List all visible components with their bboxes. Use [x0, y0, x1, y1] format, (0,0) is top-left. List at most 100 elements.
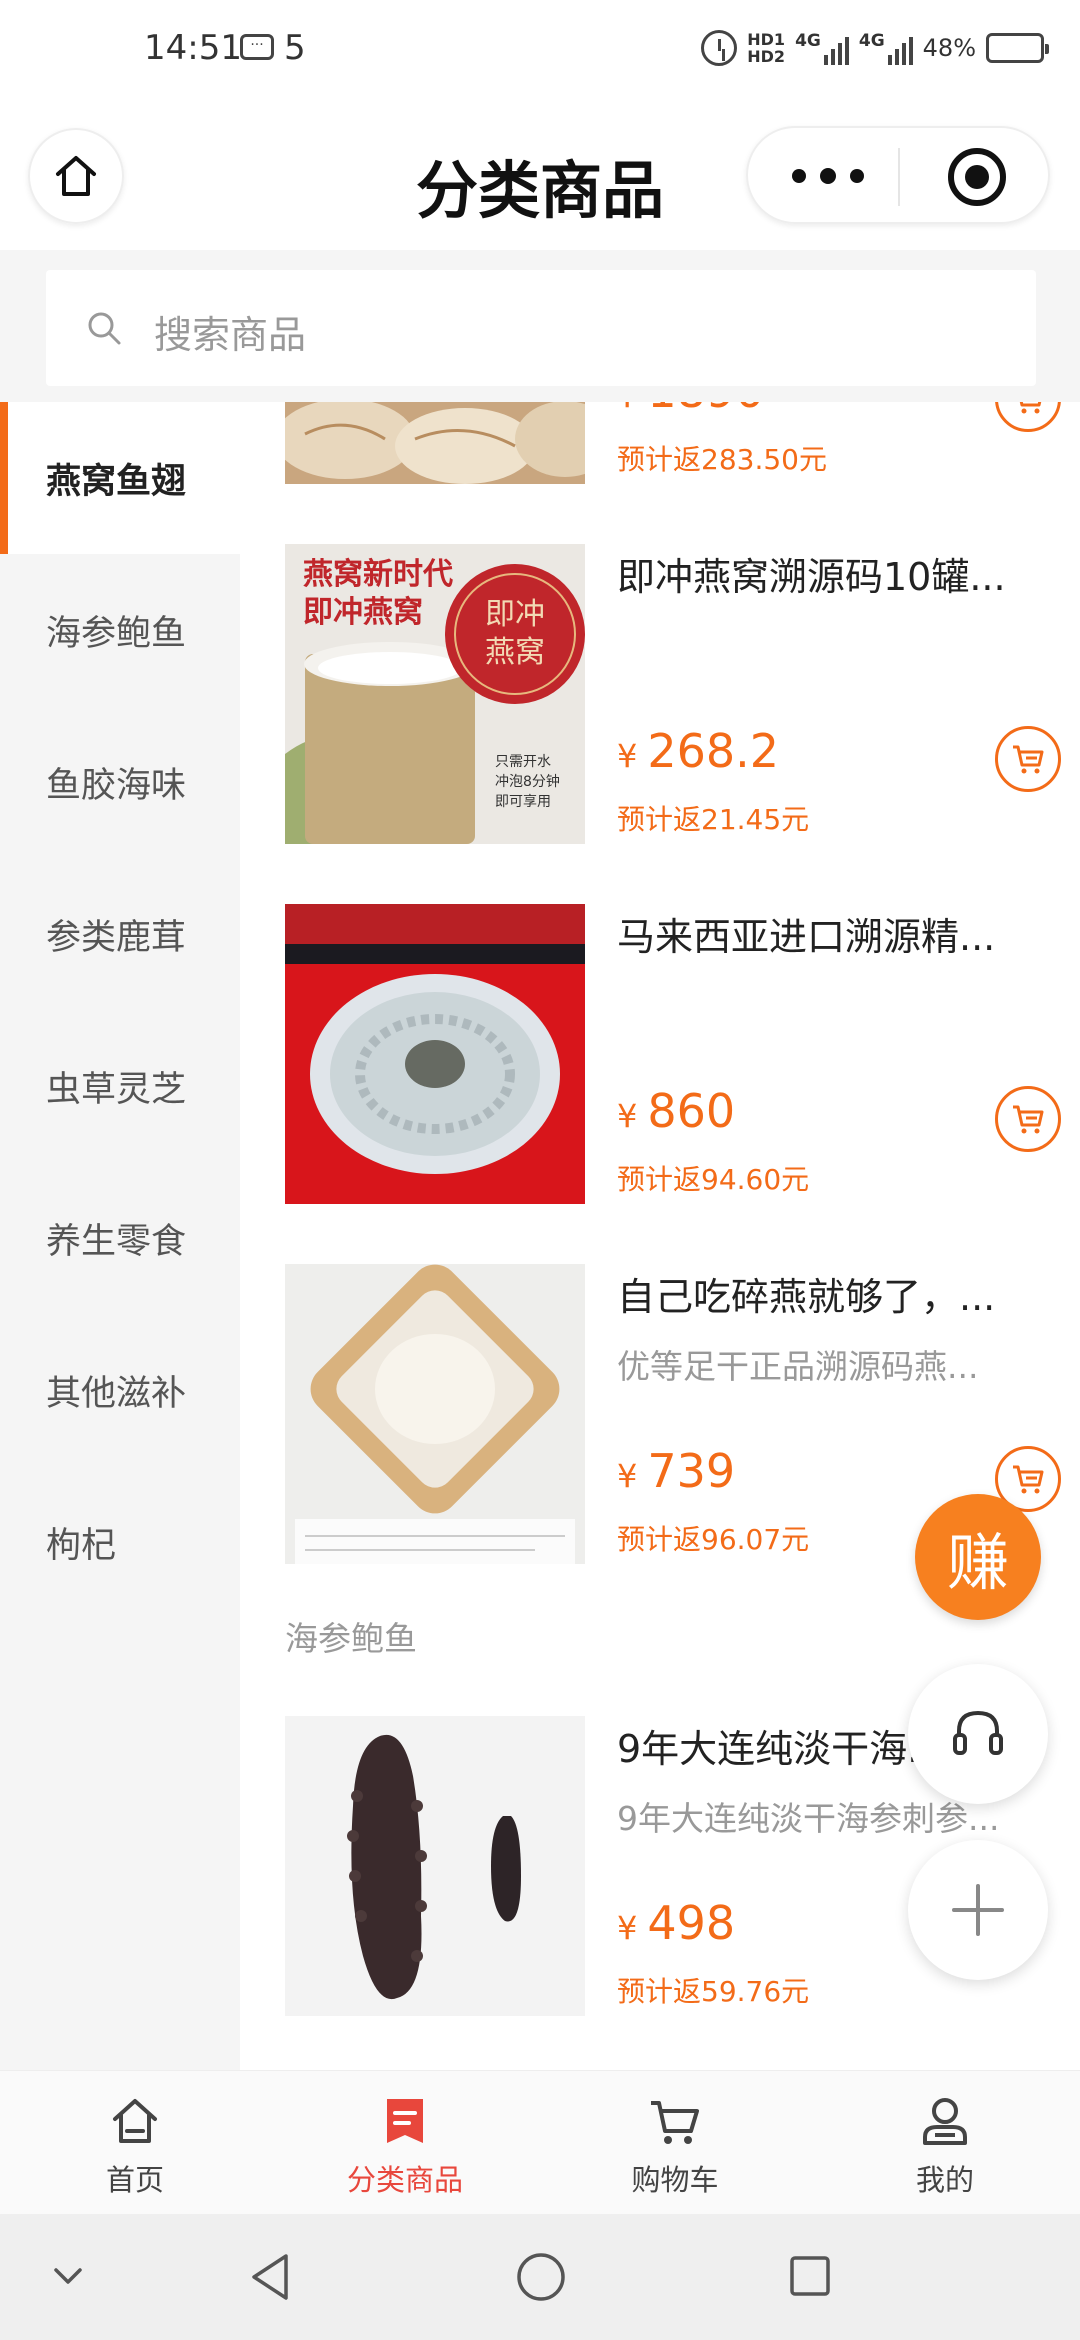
- chevron-down-icon[interactable]: [50, 2260, 86, 2290]
- system-nav-bar: [0, 2214, 1080, 2340]
- image-note-3: 即可享用: [495, 793, 551, 810]
- signal-icon-2: 4G: [859, 31, 913, 65]
- product-rebate: 预计返59.76元: [617, 1975, 810, 2008]
- sidebar-item-cordyceps[interactable]: 虫草灵芝: [0, 1010, 240, 1162]
- add-to-cart-button[interactable]: [995, 402, 1061, 432]
- signal-icon: 4G: [795, 31, 849, 65]
- product-price: ¥860: [617, 1084, 736, 1138]
- image-caption-1: 燕窝新时代: [303, 557, 453, 592]
- product-name: 即冲燕窝溯源码10罐...: [617, 555, 1006, 599]
- product-image: [285, 402, 585, 484]
- sidebar-item-snacks[interactable]: 养生零食: [0, 1162, 240, 1314]
- search-area: 搜索商品: [0, 250, 1080, 402]
- title-bar: 分类商品: [0, 100, 1080, 250]
- product-name: 马来西亚进口溯源精...: [617, 915, 996, 959]
- product-image: [285, 1264, 585, 1564]
- cart-icon: [1013, 745, 1044, 774]
- battery-icon: [986, 33, 1049, 63]
- profile-icon: [923, 2098, 967, 2145]
- home-icon: [113, 2099, 157, 2143]
- sidebar-item-bird-nest[interactable]: 燕窝鱼翅: [0, 402, 240, 554]
- lid-text-1: 即冲: [485, 597, 545, 632]
- product-card[interactable]: 即冲 燕窝 燕窝新时代 即冲燕窝 只需开水 冲泡8分钟 即可享用 即冲燕窝溯源码…: [285, 544, 1065, 844]
- status-bar: 14:51 ··· 5 HD1 HD2 4G 4G 48%: [0, 0, 1080, 100]
- product-rebate: 预计返96.07元: [617, 1523, 810, 1556]
- product-rebate: 预计返21.45元: [617, 803, 810, 836]
- product-image: [285, 1716, 585, 2016]
- bottom-tab-bar: 首页 分类商品 购物车 我的: [0, 2070, 1080, 2214]
- sidebar-item-label: 参类鹿茸: [46, 917, 187, 958]
- status-time: 14:51: [144, 28, 242, 68]
- sidebar-item-goji[interactable]: 枸杞: [0, 1466, 240, 1618]
- hd-indicator: HD1 HD2: [747, 31, 785, 65]
- add-to-cart-button[interactable]: [995, 726, 1061, 792]
- product-subtitle: 优等足干正品溯源码燕...: [617, 1347, 979, 1386]
- earn-button[interactable]: 赚: [915, 1494, 1041, 1620]
- battery-percent: 48%: [922, 34, 976, 62]
- product-price: ¥268.2: [617, 724, 780, 778]
- cart-icon: [1013, 1105, 1044, 1134]
- headset-icon: [953, 1710, 1003, 1755]
- product-list: ¥1890 预计返283.50元 即冲 燕窝 燕窝新时代 即冲燕窝 只需开水 冲…: [240, 402, 1080, 2070]
- tab-label: 我的: [915, 2163, 974, 2197]
- image-note-2: 冲泡8分钟: [495, 773, 560, 790]
- product-image: 即冲 燕窝 燕窝新时代 即冲燕窝 只需开水 冲泡8分钟 即可享用: [285, 544, 585, 844]
- tab-home[interactable]: 首页: [0, 2071, 270, 2214]
- sidebar-item-label: 燕窝鱼翅: [46, 461, 187, 502]
- sidebar-item-label: 海参鲍鱼: [46, 613, 187, 654]
- home-circle-icon[interactable]: [514, 2250, 568, 2304]
- tab-label: 首页: [105, 2163, 164, 2197]
- cart-icon: [1019, 402, 1042, 414]
- notification-count: 5: [284, 28, 306, 68]
- tab-label: 分类商品: [346, 2163, 463, 2197]
- hd-bottom: HD2: [747, 47, 786, 66]
- product-price: ¥1890: [617, 402, 764, 418]
- network-type-2: 4G: [858, 31, 885, 51]
- recents-icon[interactable]: [786, 2252, 834, 2300]
- product-image: [285, 904, 585, 1204]
- image-note-1: 只需开水: [495, 754, 551, 770]
- sidebar-item-ginseng[interactable]: 参类鹿茸: [0, 858, 240, 1010]
- search-icon: [88, 312, 121, 345]
- lid-text-2: 燕窝: [485, 635, 545, 670]
- product-name: 自己吃碎燕就够了，...: [617, 1275, 996, 1319]
- hd-top: HD1: [747, 30, 786, 49]
- product-price: ¥498: [617, 1896, 736, 1950]
- product-price: ¥739: [617, 1444, 736, 1498]
- tab-cart[interactable]: 购物车: [540, 2071, 810, 2214]
- sidebar-item-sea-cucumber[interactable]: 海参鲍鱼: [0, 554, 240, 706]
- cart-icon: [651, 2101, 699, 2144]
- close-miniapp-button[interactable]: [948, 148, 1006, 206]
- search-input[interactable]: 搜索商品: [46, 270, 1036, 386]
- add-to-cart-button[interactable]: [995, 1086, 1061, 1152]
- sidebar-item-label: 鱼胶海味: [46, 765, 187, 806]
- tab-profile[interactable]: 我的: [810, 2071, 1080, 2214]
- tab-label: 购物车: [631, 2163, 719, 2197]
- sidebar-item-fish-maw[interactable]: 鱼胶海味: [0, 706, 240, 858]
- sidebar-item-label: 虫草灵芝: [46, 1069, 187, 1110]
- customer-service-button[interactable]: [908, 1664, 1048, 1804]
- product-rebate: 预计返283.50元: [617, 443, 827, 476]
- message-icon: ···: [240, 34, 274, 60]
- cart-icon: [1013, 1465, 1044, 1494]
- plus-icon: [952, 1884, 1004, 1936]
- search-placeholder: 搜索商品: [154, 313, 307, 357]
- tab-category[interactable]: 分类商品: [270, 2071, 540, 2214]
- more-button[interactable]: [792, 162, 864, 190]
- miniapp-capsule: [746, 126, 1050, 224]
- back-icon[interactable]: [246, 2250, 296, 2304]
- sidebar-item-other[interactable]: 其他滋补: [0, 1314, 240, 1466]
- plus-button[interactable]: [908, 1840, 1048, 1980]
- product-rebate: 预计返94.60元: [617, 1163, 810, 1196]
- capsule-divider: [898, 148, 900, 206]
- image-caption-2: 即冲燕窝: [303, 595, 423, 630]
- alarm-icon: [701, 30, 738, 66]
- category-sidebar: 燕窝鱼翅 海参鲍鱼 鱼胶海味 参类鹿茸 虫草灵芝 养生零食 其他滋补 枸杞: [0, 402, 240, 2070]
- product-card[interactable]: ¥1890 预计返283.50元: [285, 402, 1065, 484]
- sidebar-item-label: 枸杞: [46, 1525, 117, 1566]
- network-type-1: 4G: [795, 31, 821, 51]
- sidebar-item-label: 养生零食: [46, 1221, 187, 1262]
- product-card[interactable]: 马来西亚进口溯源精... ¥860 预计返94.60元: [285, 904, 1065, 1204]
- section-header: 海参鲍鱼: [285, 1619, 417, 1658]
- sidebar-item-label: 其他滋补: [46, 1373, 187, 1414]
